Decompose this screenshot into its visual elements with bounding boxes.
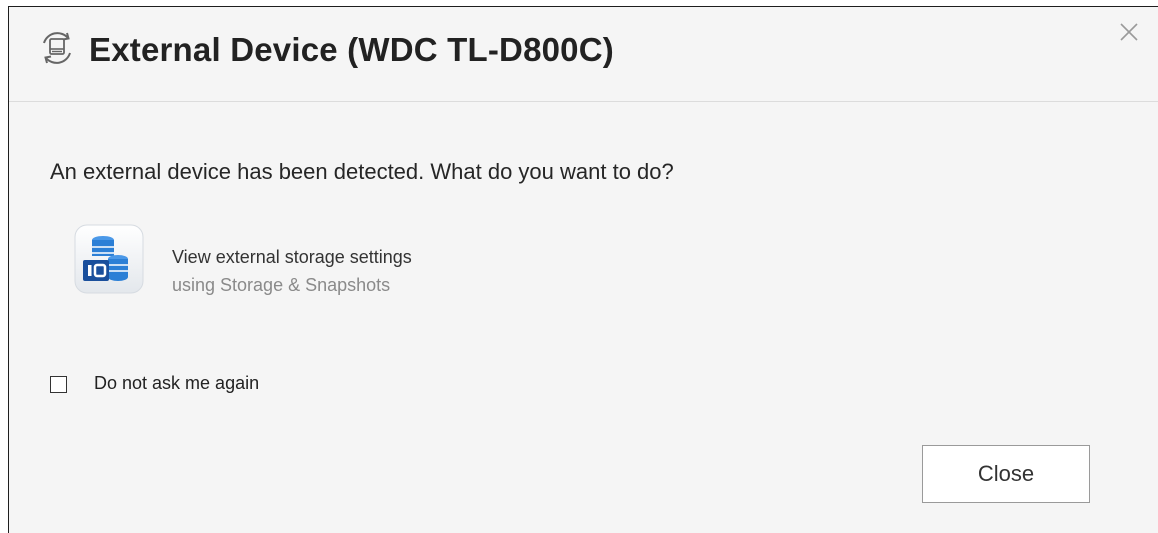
dialog-header: External Device (WDC TL-D800C) <box>9 7 1158 102</box>
storage-snapshots-icon <box>74 224 144 294</box>
close-button[interactable]: Close <box>922 445 1090 503</box>
detection-prompt: An external device has been detected. Wh… <box>50 159 674 184</box>
external-device-icon <box>43 32 71 64</box>
close-icon[interactable] <box>1118 21 1140 43</box>
option-title: View external storage settings <box>172 247 412 267</box>
external-device-dialog: External Device (WDC TL-D800C) An extern… <box>8 6 1158 533</box>
view-storage-settings-option[interactable]: View external storage settings using Sto… <box>73 223 593 299</box>
do-not-ask-label: Do not ask me again <box>94 373 260 393</box>
do-not-ask-checkbox[interactable] <box>50 376 67 393</box>
dialog-title: External Device (WDC TL-D800C) <box>89 31 614 68</box>
option-subtitle: using Storage & Snapshots <box>172 275 391 295</box>
